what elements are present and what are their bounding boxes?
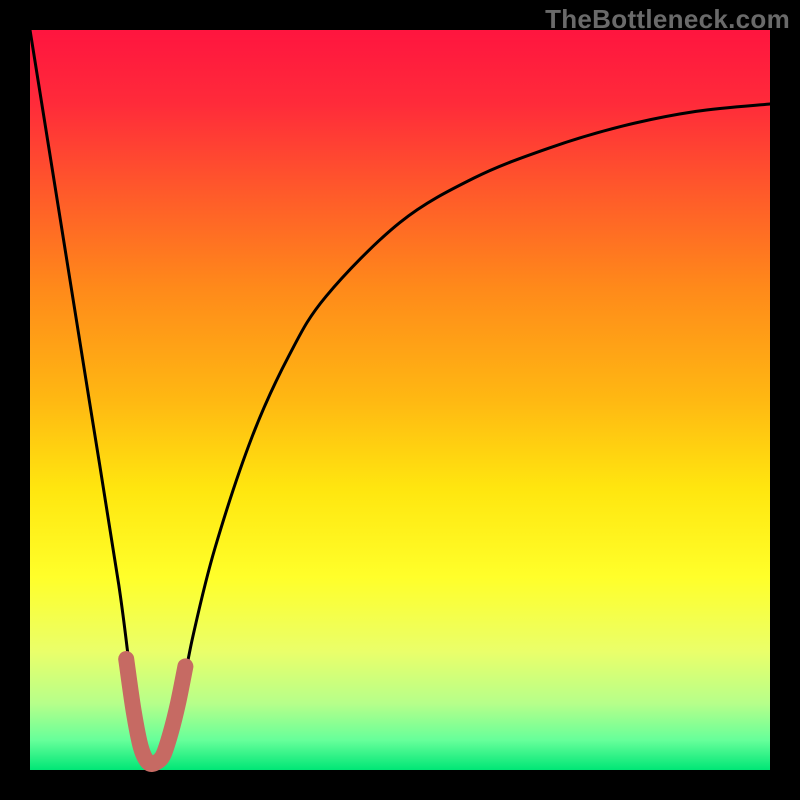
plot-area bbox=[30, 30, 770, 770]
bottleneck-chart bbox=[0, 0, 800, 800]
watermark-text: TheBottleneck.com bbox=[545, 4, 790, 35]
chart-frame: TheBottleneck.com bbox=[0, 0, 800, 800]
